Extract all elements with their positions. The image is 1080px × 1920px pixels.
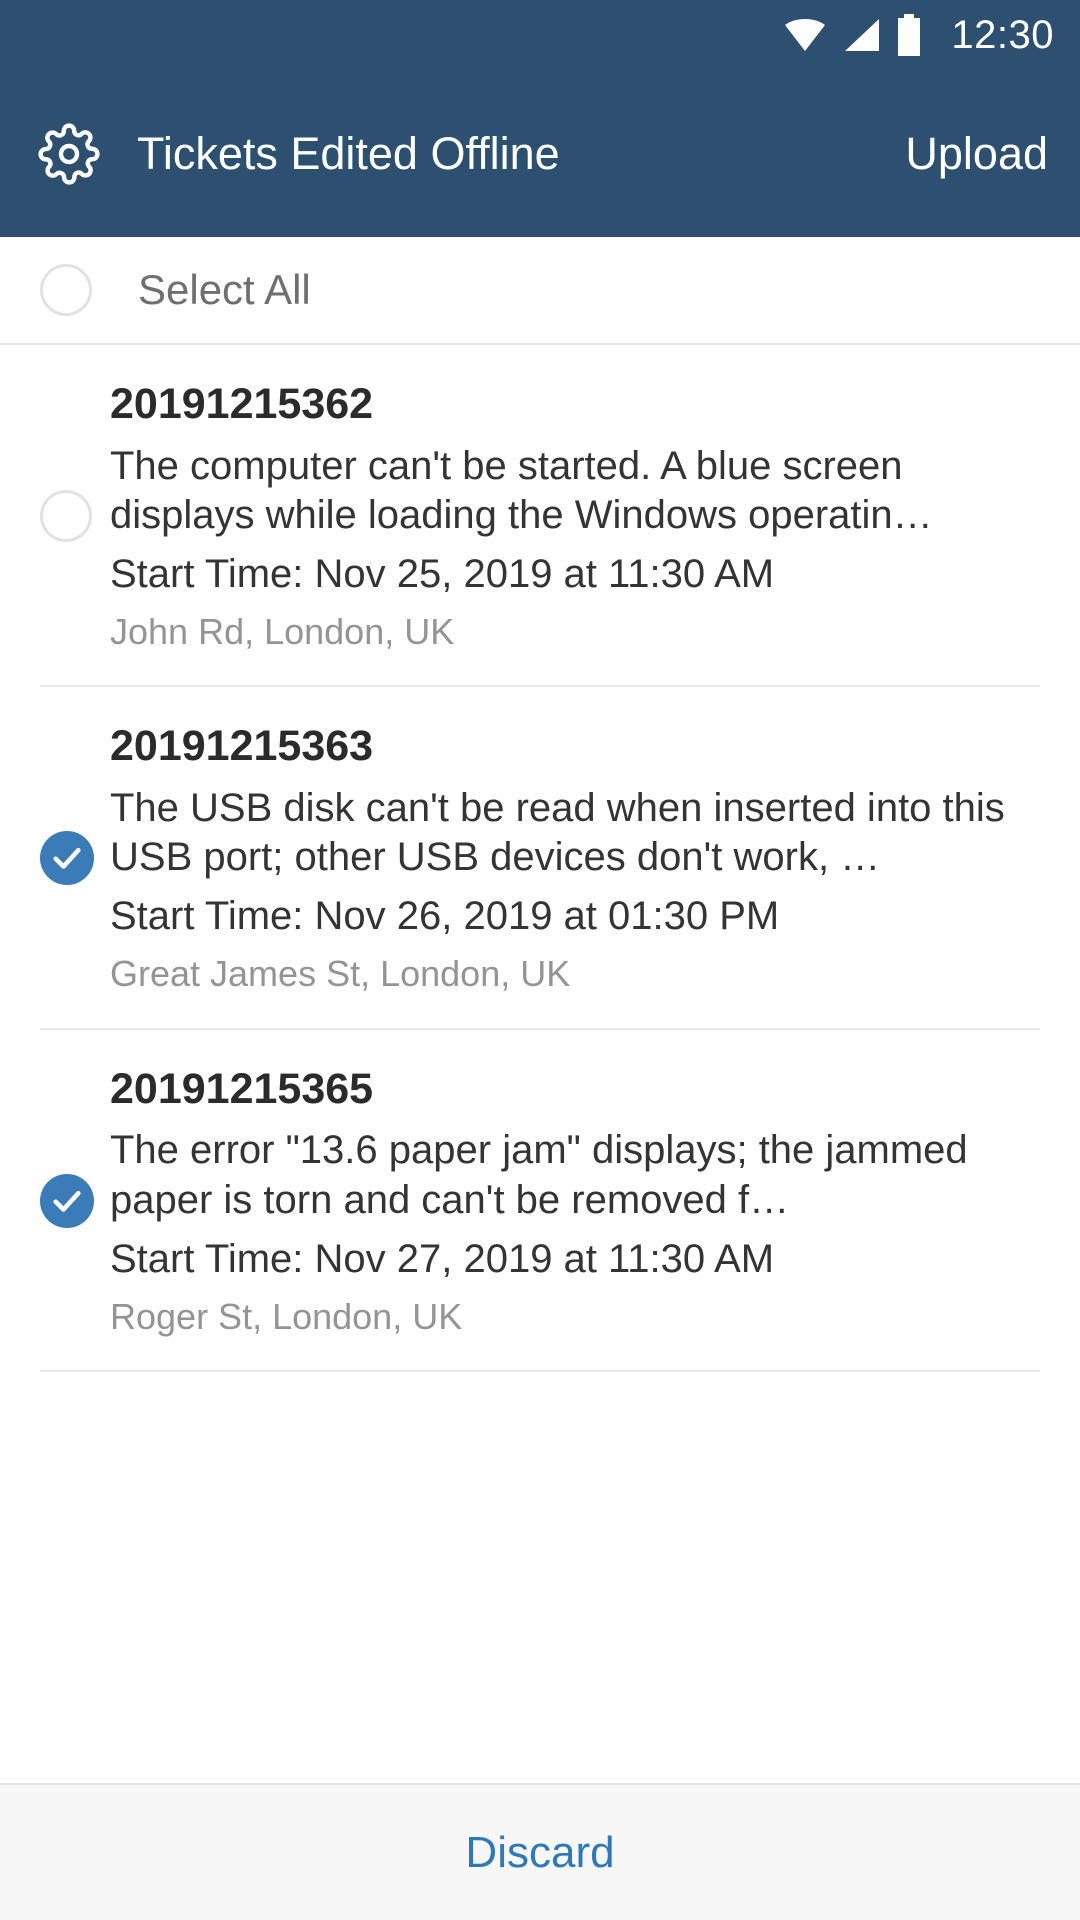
ticket-row[interactable]: 20191215365 The error "13.6 paper jam" di… bbox=[40, 1030, 1040, 1372]
ticket-id: 20191215365 bbox=[110, 1064, 374, 1113]
checkbox-unchecked-icon bbox=[40, 490, 92, 543]
checkbox-checked-icon bbox=[40, 1173, 94, 1228]
app-bar: Tickets Edited Offline Upload bbox=[0, 70, 1080, 237]
ticket-checkbox[interactable] bbox=[40, 1173, 108, 1228]
ticket-checkbox[interactable] bbox=[40, 831, 108, 886]
battery-icon bbox=[898, 14, 921, 56]
ticket-description: The USB disk can't be read when inserted… bbox=[110, 786, 1005, 880]
select-all-checkbox[interactable] bbox=[40, 264, 92, 316]
status-bar: 12:30 bbox=[0, 0, 1080, 70]
select-all-row[interactable]: Select All bbox=[0, 237, 1080, 345]
ticket-list: 20191215362 The computer can't be started… bbox=[0, 345, 1080, 1372]
ticket-address: Great James St, London, UK bbox=[110, 953, 571, 995]
cellular-signal-icon bbox=[845, 19, 880, 51]
ticket-address: John Rd, London, UK bbox=[110, 611, 455, 653]
gear-icon bbox=[38, 122, 100, 185]
wifi-icon bbox=[785, 19, 826, 51]
ticket-body: 20191215362 The computer can't be started… bbox=[108, 379, 1040, 653]
ticket-row[interactable]: 20191215363 The USB disk can't be read wh… bbox=[40, 687, 1040, 1030]
select-all-label: Select All bbox=[138, 266, 311, 313]
checkbox-checked-icon bbox=[40, 831, 94, 886]
ticket-start-time: Start Time: Nov 26, 2019 at 01:30 PM bbox=[110, 894, 780, 939]
discard-button[interactable]: Discard bbox=[465, 1830, 614, 1875]
ticket-checkbox[interactable] bbox=[40, 490, 108, 543]
ticket-id: 20191215362 bbox=[110, 380, 374, 428]
page-title: Tickets Edited Offline bbox=[137, 128, 560, 179]
ticket-body: 20191215365 The error "13.6 paper jam" di… bbox=[108, 1064, 1040, 1338]
ticket-start-time: Start Time: Nov 25, 2019 at 11:30 AM bbox=[110, 552, 775, 597]
ticket-body: 20191215363 The USB disk can't be read wh… bbox=[108, 721, 1040, 995]
settings-button[interactable] bbox=[34, 119, 104, 189]
ticket-row[interactable]: 20191215362 The computer can't be started… bbox=[40, 345, 1040, 688]
ticket-id: 20191215363 bbox=[110, 722, 374, 771]
ticket-address: Roger St, London, UK bbox=[110, 1295, 463, 1337]
ticket-start-time: Start Time: Nov 27, 2019 at 11:30 AM bbox=[110, 1236, 775, 1281]
bottom-action-bar[interactable]: Discard bbox=[0, 1783, 1080, 1920]
status-bar-clock: 12:30 bbox=[951, 13, 1054, 57]
status-bar-icons: 12:30 bbox=[783, 14, 1054, 56]
ticket-description: The error "13.6 paper jam" displays; the… bbox=[110, 1128, 968, 1222]
upload-button[interactable]: Upload bbox=[901, 121, 1052, 186]
ticket-description: The computer can't be started. A blue sc… bbox=[110, 443, 933, 537]
